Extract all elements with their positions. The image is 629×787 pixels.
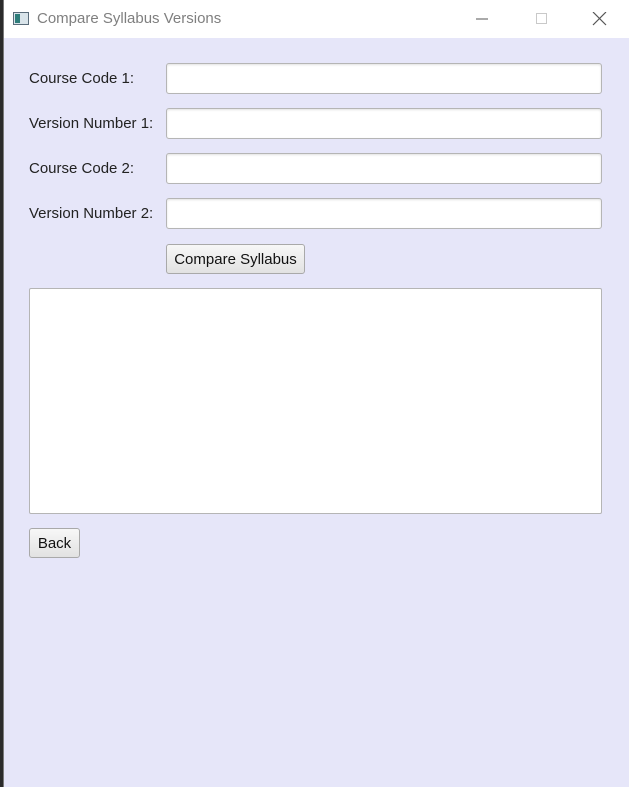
close-button[interactable] xyxy=(576,4,622,34)
title-bar: Compare Syllabus Versions xyxy=(4,0,629,38)
course-code-1-label: Course Code 1: xyxy=(29,70,135,87)
window-title: Compare Syllabus Versions xyxy=(37,10,222,27)
course-code-1-input[interactable] xyxy=(166,63,602,94)
maximize-button[interactable] xyxy=(517,4,563,34)
minimize-icon xyxy=(476,18,488,20)
version-number-1-input[interactable] xyxy=(166,108,602,139)
compare-syllabus-button[interactable]: Compare Syllabus xyxy=(166,244,305,274)
version-number-1-label: Version Number 1: xyxy=(29,115,154,132)
minimize-button[interactable] xyxy=(459,4,505,34)
version-number-2-label: Version Number 2: xyxy=(29,205,154,222)
course-code-2-label: Course Code 2: xyxy=(29,160,135,177)
course-code-2-input[interactable] xyxy=(166,153,602,184)
version-number-2-input[interactable] xyxy=(166,198,602,229)
app-icon xyxy=(13,12,29,25)
close-icon xyxy=(592,12,607,26)
maximize-icon xyxy=(536,13,547,24)
comparison-result-area[interactable] xyxy=(29,288,602,514)
compare-syllabus-window: Compare Syllabus Versions Course Code 1:… xyxy=(3,0,629,787)
back-button[interactable]: Back xyxy=(29,528,80,558)
